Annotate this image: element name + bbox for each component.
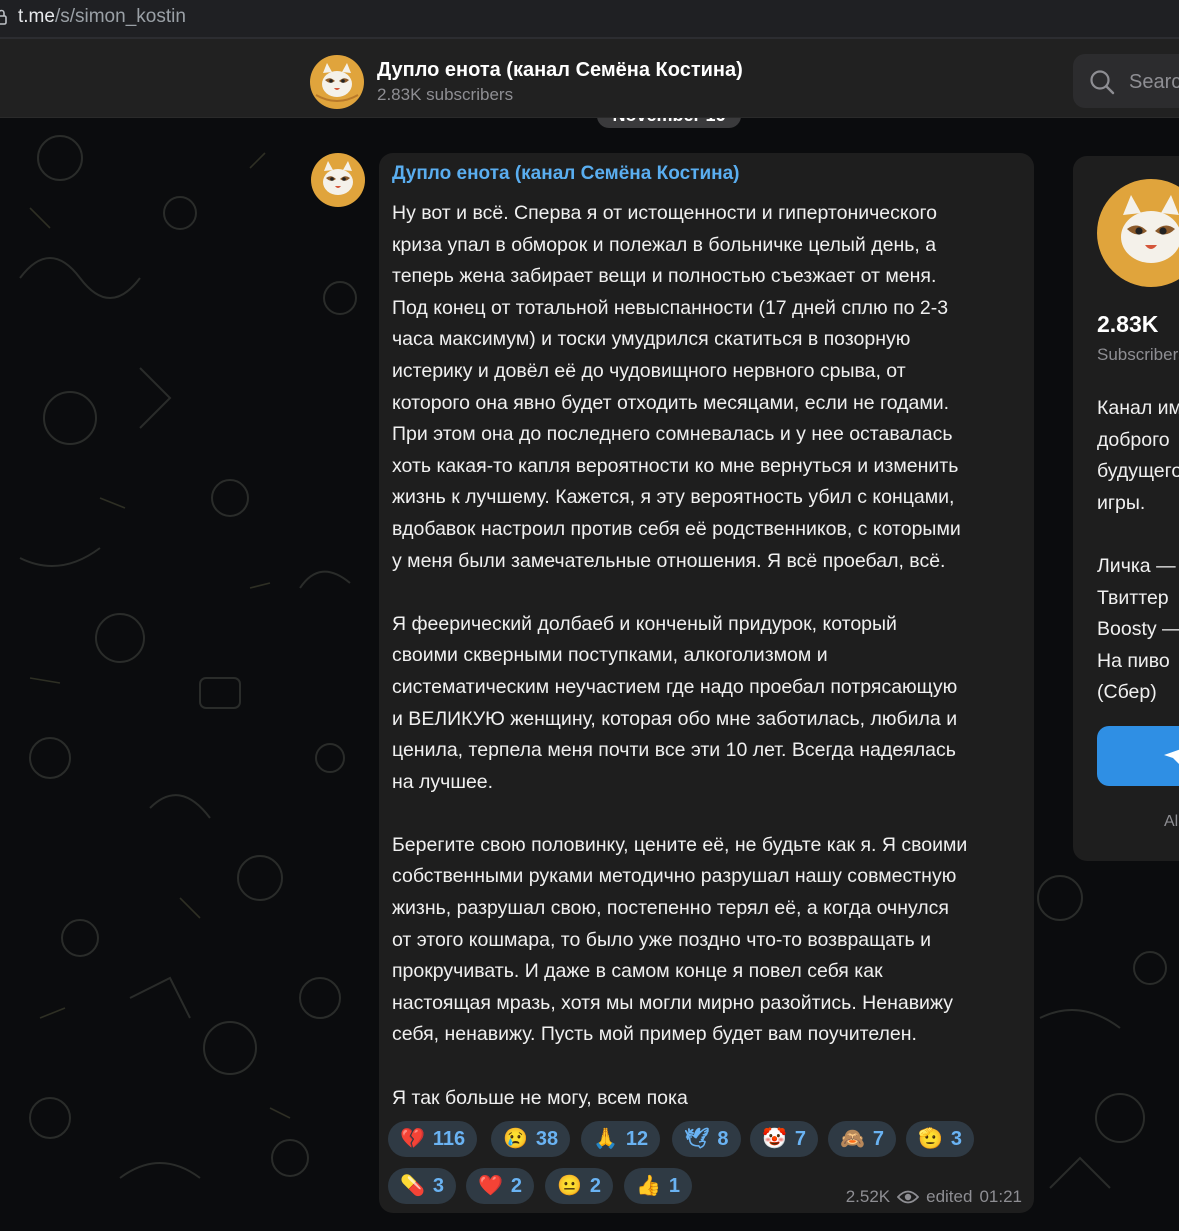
reaction-button[interactable]: 🤡 7 <box>750 1121 819 1157</box>
reaction-button[interactable]: ❤️ 2 <box>466 1168 535 1204</box>
edited-label: edited <box>926 1187 973 1206</box>
message-author-avatar[interactable] <box>311 153 365 207</box>
broken-heart-icon: 💔 <box>400 1128 425 1150</box>
message-line: прокручивать. И даже в самом конце я пов… <box>392 960 883 983</box>
reaction-count: 8 <box>717 1127 729 1150</box>
message-line: от этого кошмара, то было уже поздно что… <box>392 928 932 951</box>
message-line: которого она явно будет отходить месяцам… <box>392 391 950 414</box>
url-host: t.me <box>18 6 55 27</box>
message-line: вдобавок настроил против себя её родстве… <box>392 517 961 540</box>
praying-hands-icon: 🙏 <box>593 1128 618 1150</box>
description-line: будущего <box>1097 460 1179 483</box>
message-line: теперь жена забирает вещи и полностью съ… <box>392 265 937 288</box>
search-input[interactable] <box>1127 66 1179 98</box>
crying-face-icon: 😢 <box>503 1128 528 1150</box>
reaction-button[interactable]: 🫡 3 <box>906 1121 975 1157</box>
message-line: себя, ненавижу. Пусть мой пример будет в… <box>392 1023 917 1046</box>
message-author[interactable]: Дупло енота (канал Семёна Костина) <box>392 163 740 185</box>
message-line: и ВЕЛИКУЮ женщину, которая обо мне забот… <box>392 707 958 730</box>
message-line: хоть какая-то капля вероятности ко мне в… <box>392 454 959 477</box>
panel-footer-text: Al <box>1164 813 1179 830</box>
message-meta: 2.52K edited 01:21 <box>846 1187 1022 1207</box>
message-line: истерику и довёл её до чудовищного нервн… <box>392 359 906 382</box>
reaction-count: 38 <box>535 1127 559 1150</box>
red-heart-icon: ❤️ <box>478 1175 503 1197</box>
message-line: жизнь к лучшему. Кажется, я эту вероятно… <box>392 486 955 509</box>
lock-icon <box>0 9 7 25</box>
search-icon <box>1090 70 1115 95</box>
eye-icon <box>897 1190 920 1204</box>
open-channel-button[interactable] <box>1097 726 1179 786</box>
reaction-button[interactable]: 😢 38 <box>491 1121 571 1157</box>
reaction-button[interactable]: 👍 1 <box>624 1168 693 1204</box>
message-line: жизнь, разрушал свою, постепенно терял е… <box>392 897 949 920</box>
message-line: ценила, терпела меня почти все эти 10 ле… <box>392 739 956 762</box>
message-line: Берегите свою половинку, цените её, не б… <box>392 833 968 856</box>
message-line: часа максимум) и тоски умудрился скатить… <box>392 328 911 351</box>
reaction-count: 2 <box>589 1174 602 1197</box>
description-line: На пиво <box>1097 649 1170 672</box>
message-time: 01:21 <box>979 1187 1022 1206</box>
message-line: у меня были замечательные отношения. Я в… <box>392 549 946 572</box>
pill-icon: 💊 <box>400 1175 425 1197</box>
message-line: собственными руками методично разрушал н… <box>392 865 957 888</box>
reaction-count: 3 <box>950 1127 963 1150</box>
message-bubble[interactable]: Дупло енота (канал Семёна Костина) Ну во… <box>379 153 1034 1213</box>
reaction-count: 2 <box>510 1174 523 1197</box>
reaction-count: 3 <box>432 1174 445 1197</box>
channel-description: Канал им доброго будущего игры. Личка — … <box>1097 393 1179 709</box>
reaction-count: 7 <box>872 1127 885 1150</box>
message-line: систематическим неучастием где надо прое… <box>392 675 958 698</box>
message-line: Я феерический долбаеб и конченый придуро… <box>392 612 897 635</box>
description-line: Канал им <box>1097 397 1179 419</box>
message-line: Я так больше не могу, всем пока <box>392 1086 688 1109</box>
description-line: Личка — <box>1097 554 1176 577</box>
info-subscriber-label: Subscribers <box>1097 345 1179 364</box>
reaction-count: 116 <box>432 1127 466 1150</box>
see-no-evil-monkey-icon: 🙈 <box>840 1128 865 1150</box>
reaction-count: 12 <box>625 1127 649 1150</box>
thumbs-up-icon: 👍 <box>636 1175 661 1197</box>
saluting-face-icon: 🫡 <box>918 1128 943 1150</box>
message-line: настоящая мразь, хотя мы могли мирно раз… <box>392 991 953 1014</box>
message-line: криза упал в обморок и полежал в больнич… <box>392 233 937 256</box>
description-line: игры. <box>1097 491 1146 514</box>
channel-info-avatar[interactable] <box>1097 179 1179 287</box>
neutral-face-icon: 😐 <box>557 1175 582 1197</box>
reaction-button[interactable]: 😐 2 <box>545 1168 614 1204</box>
reaction-button[interactable]: 💔 116 <box>388 1121 478 1157</box>
browser-address-bar[interactable]: t.me/s/simon_kostin <box>0 0 1179 39</box>
reaction-button[interactable]: 🙈 7 <box>828 1121 897 1157</box>
info-subscriber-count: 2.83K <box>1097 311 1159 337</box>
dove-icon: 🕊 <box>684 1128 710 1150</box>
message-line: Ну вот и всё. Сперва я от истощенности и… <box>392 202 937 224</box>
date-separator: November 16 <box>597 118 741 128</box>
channel-info-panel: 2.83K Subscribers Канал им доброго будущ… <box>1073 156 1179 861</box>
description-line: Твиттер <box>1097 586 1169 609</box>
channel-avatar[interactable] <box>310 55 364 109</box>
description-line: доброго <box>1097 428 1170 451</box>
clown-face-icon: 🤡 <box>762 1128 787 1150</box>
description-line: Boosty — <box>1097 618 1179 641</box>
url-text[interactable]: t.me/s/simon_kostin <box>18 6 186 28</box>
message-line: Под конец от тотальной невыспанности (17… <box>392 296 949 319</box>
chat-area: November 16 Дупло енота (канал Семёна Ко… <box>0 118 1179 1231</box>
view-count: 2.52K <box>845 1187 891 1206</box>
channel-header: Дупло енота (канал Семёна Костина) 2.83K… <box>0 39 1179 118</box>
message-line: При этом она до последнего сомневалась и… <box>392 423 953 446</box>
url-path: /s/simon_kostin <box>54 6 186 27</box>
message-line: своими скверными поступками, алкоголизмо… <box>392 644 828 667</box>
message-text: Ну вот и всё. Сперва я от истощенности и… <box>392 198 1032 1114</box>
reaction-button[interactable]: 💊 3 <box>388 1168 457 1204</box>
subscriber-count: 2.83K subscribers <box>377 85 514 104</box>
reaction-count: 7 <box>794 1127 807 1150</box>
search-box[interactable] <box>1073 54 1179 108</box>
reaction-count: 1 <box>668 1174 681 1197</box>
telegram-plane-icon <box>1164 749 1179 764</box>
channel-title[interactable]: Дупло енота (канал Семёна Костина) <box>377 59 743 82</box>
reaction-button[interactable]: 🙏 12 <box>581 1121 661 1157</box>
message-line: на лучшее. <box>392 770 494 793</box>
reaction-button[interactable]: 🕊 8 <box>672 1121 741 1157</box>
description-line: (Сбер) <box>1097 681 1157 704</box>
